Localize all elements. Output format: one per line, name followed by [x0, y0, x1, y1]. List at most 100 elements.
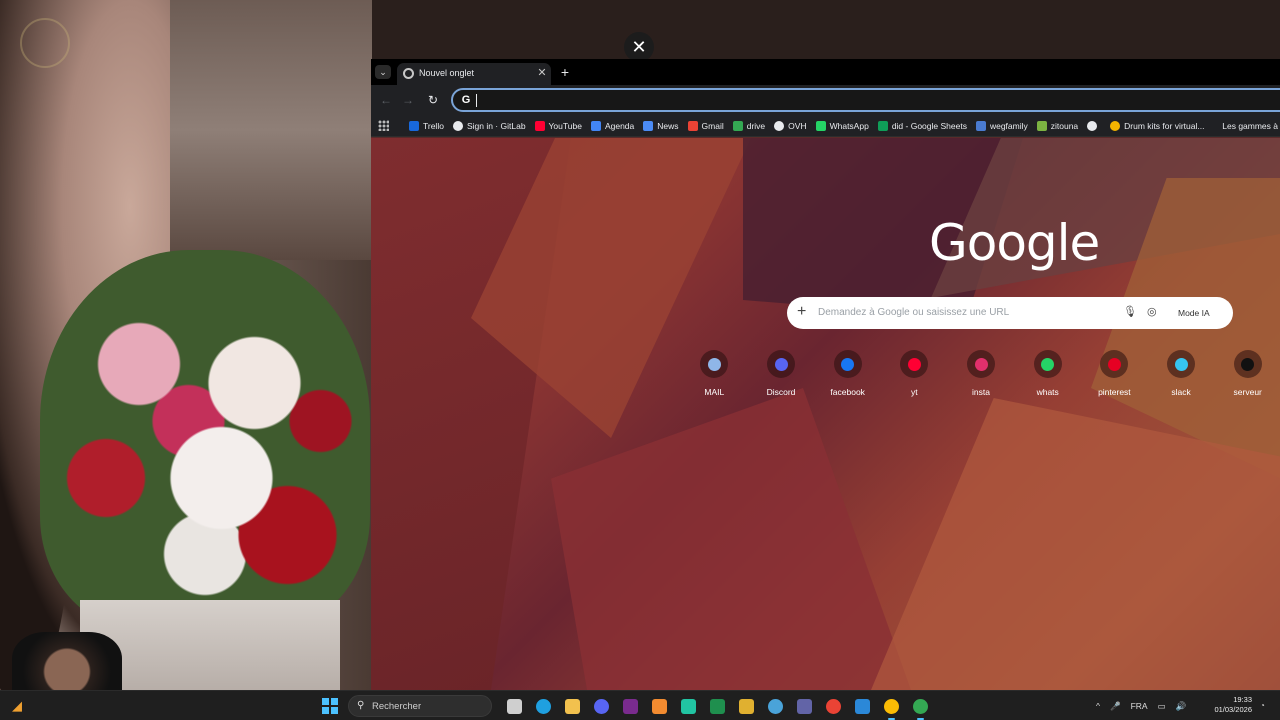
bookmark-item[interactable]: zitouna [1036, 121, 1079, 131]
shortcut-tile[interactable]: facebook [814, 350, 881, 410]
bookmark-label: zitouna [1050, 121, 1079, 131]
shortcut-label: Discord [766, 387, 796, 397]
language-indicator[interactable]: FRA [1131, 701, 1148, 711]
bookmark-item[interactable]: Trello [409, 121, 444, 131]
shortcut-label: insta [972, 387, 990, 397]
whatsapp-icon [1041, 357, 1055, 371]
taskbar-app-button[interactable] [500, 695, 529, 717]
taskbar-app-button[interactable] [645, 695, 674, 717]
bookmark-item[interactable]: drive [732, 121, 765, 131]
taskbar-search-input[interactable]: Rechercher [372, 701, 421, 712]
reload-button[interactable]: ↻ [424, 91, 442, 109]
taskbar-app-button[interactable] [587, 695, 616, 717]
search-box[interactable]: + Demandez à Google ou saisissez une URL… [787, 297, 1233, 329]
bookmark-label: did - Google Sheets [891, 121, 967, 131]
shortcut-tile[interactable]: insta [948, 350, 1015, 410]
new-tab-button[interactable]: + [557, 64, 573, 80]
microphone-icon[interactable]: 🎙 [1123, 305, 1137, 321]
calendar-icon [590, 121, 601, 131]
bookmark-item[interactable]: Gmail [687, 121, 724, 131]
taskbar-app-button[interactable] [674, 695, 703, 717]
tab-search-button[interactable]: ⌄ [375, 65, 391, 79]
shortcut-tile[interactable]: whats [1014, 350, 1081, 410]
shortcut-icon-wrapper [1233, 350, 1262, 378]
shortcut-icon-wrapper [900, 350, 929, 378]
bookmark-label: Trello [423, 121, 444, 131]
bookmark-item[interactable]: OVH [774, 121, 807, 131]
shortcut-tile[interactable]: pinterest [1081, 350, 1148, 410]
start-button[interactable] [322, 698, 338, 714]
notifications-icon[interactable]: ◔ [1260, 701, 1270, 711]
shortcut-label: facebook [830, 387, 865, 397]
bookmark-item[interactable]: News [643, 121, 679, 131]
taskbar-app-button[interactable] [761, 695, 790, 717]
shortcut-tile[interactable]: slack [1148, 350, 1215, 410]
taskbar-app-button[interactable] [529, 695, 558, 717]
add-icon[interactable]: + [797, 304, 811, 320]
taskbar-app-button[interactable] [732, 695, 761, 717]
app-green-icon [681, 698, 696, 714]
gmail-icon [687, 121, 698, 131]
shortcut-label: slack [1171, 387, 1191, 397]
discord-icon [774, 357, 788, 371]
clock[interactable]: 19:33 01/03/2026 [1206, 695, 1252, 715]
ai-mode-button[interactable]: Mode IA [1172, 303, 1216, 323]
address-bar[interactable]: G [451, 88, 1280, 112]
youtube-icon [907, 357, 921, 371]
bookmark-label: News [657, 121, 679, 131]
google-logo: Google [929, 214, 1100, 272]
bookmark-item[interactable] [1087, 121, 1101, 131]
taskbar-app-button[interactable] [848, 695, 877, 717]
network-icon[interactable]: ▭ [1158, 701, 1166, 712]
background-photo [0, 0, 372, 690]
bookmark-overflow-item[interactable]: Les gammes à [1222, 121, 1278, 131]
tab-new-tab[interactable]: Nouvel onglet ✕ [397, 63, 551, 85]
shortcut-tile[interactable]: MAIL [681, 350, 748, 410]
taskbar-apps [500, 695, 935, 720]
taskbar-app-button[interactable] [558, 695, 587, 717]
globe-icon [1087, 121, 1098, 131]
bookmark-item[interactable]: WhatsApp [815, 121, 869, 131]
bookmark-item[interactable]: Agenda [590, 121, 634, 131]
bookmark-item[interactable]: Drum kits for virtual... [1110, 121, 1204, 131]
close-overlay-button[interactable]: ✕ [624, 32, 654, 62]
taskbar-app-button[interactable] [616, 695, 645, 717]
taskbar-app-button[interactable] [877, 695, 906, 720]
apps-grid-icon[interactable] [378, 120, 389, 131]
tray-chevron-icon[interactable]: ^ [1096, 701, 1100, 711]
lens-icon[interactable]: ◎ [1147, 305, 1161, 321]
bookmark-label: Sign in · GitLab [466, 121, 526, 131]
volume-icon[interactable]: 🔊 [1176, 701, 1187, 712]
system-tray: ^ 🎤 FRA ▭ 🔊 [1096, 691, 1196, 720]
news-icon [643, 121, 654, 131]
shortcut-tile[interactable]: Discord [748, 350, 815, 410]
drive-icon [732, 121, 743, 131]
notepad-icon [855, 698, 870, 714]
bookmark-item[interactable]: did - Google Sheets [877, 121, 967, 131]
taskbar-app-button[interactable] [819, 695, 848, 717]
shortcut-label: MAIL [704, 387, 725, 397]
taskbar-app-button[interactable] [906, 695, 935, 720]
shortcut-tile[interactable]: serveur [1214, 350, 1280, 410]
taskbar-app-button[interactable] [703, 695, 732, 717]
trello-icon [409, 121, 419, 131]
shortcut-label: whats [1036, 387, 1059, 397]
bookmark-item[interactable]: YouTube [534, 121, 582, 131]
ovh-icon [774, 121, 785, 131]
widgets-icon[interactable]: ◢ [12, 698, 28, 714]
clock-date: 01/03/2026 [1214, 705, 1252, 714]
tab-close-button[interactable]: ✕ [535, 66, 549, 80]
clock-time: 19:33 [1233, 695, 1252, 704]
taskbar-search[interactable]: ⚲ Rechercher [348, 695, 492, 717]
bookmark-item[interactable]: wegfamily [975, 121, 1028, 131]
microphone-tray-icon[interactable]: 🎤 [1110, 701, 1121, 712]
image-icon [975, 121, 986, 131]
taskbar: ◢ ⚲ Rechercher ^ 🎤 FRA ▭ 🔊 19:33 01/03/2… [0, 690, 1280, 720]
bookmark-item[interactable]: Sign in · GitLab [452, 121, 526, 131]
back-button[interactable]: ← [377, 91, 395, 109]
taskbar-app-button[interactable] [790, 695, 819, 717]
forward-button[interactable]: → [399, 91, 417, 109]
shortcut-tile[interactable]: yt [881, 350, 948, 410]
bookmark-label: Drum kits for virtual... [1124, 121, 1205, 131]
search-input[interactable]: Demandez à Google ou saisissez une URL [818, 307, 1009, 318]
